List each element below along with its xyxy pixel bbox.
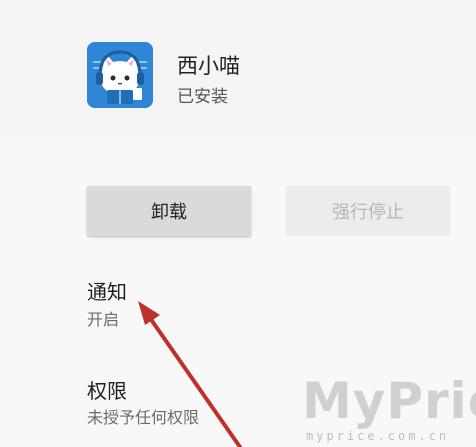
watermark-url: myprice.com.cn: [306, 429, 450, 443]
watermark: MyPrice myprice.com.cn: [302, 372, 476, 447]
watermark-logo-text: MyPrice: [302, 372, 476, 430]
